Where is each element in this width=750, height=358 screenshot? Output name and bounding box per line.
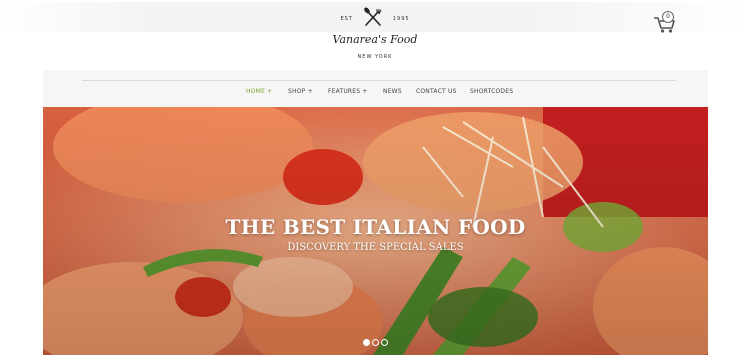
nav-item-contact-us[interactable]: CONTACT US bbox=[416, 88, 457, 95]
main-navigation: HOME + SHOP + FEATURES + NEWS CONTACT US… bbox=[0, 88, 750, 100]
site-logo[interactable]: EST 1995 Vanarea's Food NEW YORK bbox=[318, 6, 432, 70]
nav-item-home[interactable]: HOME + bbox=[246, 88, 272, 95]
fork-knife-icon bbox=[362, 6, 384, 32]
brand-city: NEW YORK bbox=[357, 54, 393, 60]
slider-dot-3[interactable] bbox=[381, 339, 388, 346]
nav-item-features[interactable]: FEATURES + bbox=[328, 88, 368, 95]
hero-slider[interactable]: THE BEST ITALIAN FOOD DISCOVERY THE SPEC… bbox=[43, 107, 708, 355]
slider-dot-2[interactable] bbox=[372, 339, 379, 346]
slider-pagination bbox=[363, 339, 388, 346]
hero-title: THE BEST ITALIAN FOOD bbox=[225, 215, 526, 239]
logo-top-row: EST 1995 bbox=[318, 6, 432, 32]
hero-subtitle: DISCOVERY THE SPECIAL SALES bbox=[287, 242, 464, 253]
nav-item-shop[interactable]: SHOP + bbox=[288, 88, 313, 95]
slider-dot-1[interactable] bbox=[363, 339, 370, 346]
cart-button[interactable]: 0 bbox=[652, 11, 678, 34]
logo-est-label: EST bbox=[340, 16, 353, 22]
cart-count-badge: 0 bbox=[662, 11, 674, 23]
nav-item-news[interactable]: NEWS bbox=[383, 88, 402, 95]
nav-item-shortcodes[interactable]: SHORTCODES bbox=[470, 88, 513, 95]
nav-divider bbox=[82, 80, 676, 81]
logo-year: 1995 bbox=[392, 16, 410, 22]
brand-name: Vanarea's Food bbox=[332, 33, 418, 46]
